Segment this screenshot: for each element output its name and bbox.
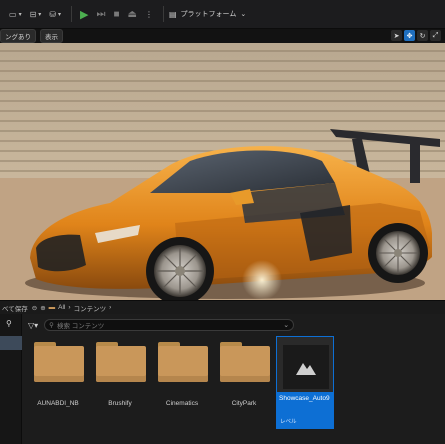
stop-icon: ■ [113, 8, 120, 20]
show-button[interactable]: 表示 [40, 29, 63, 43]
more-options-button[interactable]: ⋮ [142, 5, 156, 23]
transform-tools: ➤ ✥ ↻ ⤢ [391, 30, 441, 41]
folder-label: Cinematics [165, 400, 199, 407]
asset-name: Showcase_Auto9 [279, 395, 330, 402]
rotate-tool-button[interactable]: ↻ [417, 30, 428, 41]
mode-icon: ▭ [9, 9, 17, 19]
content-search-field[interactable]: ⚲ 検索 コンテンツ ⌄ [44, 319, 295, 331]
search-icon[interactable]: ⚲ [6, 319, 16, 329]
chevron-down-icon: ⌄ [283, 322, 290, 329]
chevron-down-icon: ▾ [38, 11, 42, 18]
step-button[interactable]: ⏭ [93, 5, 108, 23]
mode-select-button[interactable]: ▭ ▾ [6, 5, 25, 23]
folder-icon [34, 342, 84, 382]
platform-icon: ▤ [168, 9, 177, 19]
eject-button[interactable]: ⏏ [125, 5, 140, 23]
breadcrumb-content[interactable]: コンテンツ [74, 303, 107, 313]
snap-settings-button[interactable]: ⊟ ▾ [27, 5, 45, 23]
stop-button[interactable]: ■ [110, 5, 122, 23]
select-tool-button[interactable]: ➤ [391, 30, 402, 41]
save-all-button[interactable]: べて保存 [2, 303, 28, 313]
folder-label: AUNABDI_NB [37, 400, 79, 407]
folder-icon [96, 342, 146, 382]
folder-icon [158, 342, 208, 382]
asset-type: レベル [280, 419, 297, 425]
level-viewport[interactable] [0, 43, 445, 300]
translate-tool-button[interactable]: ✥ [404, 30, 415, 41]
scale-tool-button[interactable]: ⤢ [430, 30, 441, 41]
chevron-right-icon: › [109, 304, 112, 311]
folder-item[interactable]: AUNABDI_NB [32, 342, 88, 430]
lit-mode-button[interactable]: ングあり [0, 29, 36, 43]
back-icon[interactable]: ⊖ [32, 304, 37, 312]
chevron-right-icon: › [68, 304, 71, 311]
folder-item[interactable]: Brushify [94, 342, 150, 430]
move-icon: ✥ [406, 32, 413, 40]
main-toolbar: ▭ ▾ ⊟ ▾ ⛁ ▾ ▶ ⏭ ■ ⏏ ⋮ ▤ プラットフォーム ⌄ [0, 0, 445, 29]
asset-grid: AUNABDI_NB Brushify Cinematics CityPark … [32, 336, 442, 442]
selected-level-asset[interactable]: Showcase_Auto9 レベル [276, 336, 334, 429]
level-icon [296, 363, 316, 375]
folder-item[interactable]: Cinematics [156, 342, 212, 430]
sources-panel: ⚲ [0, 314, 22, 444]
chevron-down-icon: ⌄ [240, 11, 247, 18]
search-placeholder: 検索 コンテンツ [56, 323, 105, 330]
toolbar-divider [162, 6, 164, 22]
content-browser-assets-panel: ▽▾ ⚲ 検索 コンテンツ ⌄ AUNABDI_NB Brushify Cine… [22, 314, 445, 444]
rotate-icon: ↻ [419, 32, 426, 40]
folder-icon: ▬ [48, 304, 56, 311]
blueprint-button[interactable]: ⛁ ▾ [46, 5, 64, 23]
viewport-header: ングあり 表示 ➤ ✥ ↻ ⤢ [0, 29, 445, 43]
scale-icon: ⤢ [432, 31, 439, 39]
play-icon: ▶ [80, 8, 89, 21]
forward-icon[interactable]: ⊕ [40, 304, 45, 312]
level-thumbnail [283, 345, 329, 389]
asset-label-box: Showcase_Auto9 レベル [277, 392, 333, 428]
play-button[interactable]: ▶ [77, 5, 91, 23]
blueprint-icon: ⛁ [49, 9, 56, 19]
content-browser-toolbar: べて保存 ⊖ ⊕ ▬ All › コンテンツ › [0, 300, 445, 314]
folder-label: Brushify [108, 400, 132, 407]
eject-icon: ⏏ [127, 8, 137, 20]
chevron-down-icon: ▾ [58, 11, 62, 18]
step-icon: ⏭ [96, 8, 106, 20]
selected-source-item[interactable] [0, 336, 22, 350]
toolbar-divider [71, 6, 73, 22]
platform-label: プラットフォーム [180, 11, 237, 18]
asset-filter-bar: ▽▾ ⚲ 検索 コンテンツ ⌄ [22, 318, 445, 332]
search-icon: ⚲ [49, 322, 54, 329]
snap-icon: ⊟ [29, 9, 37, 19]
breadcrumb: ⊖ ⊕ ▬ All › コンテンツ › [32, 303, 111, 313]
cursor-icon: ➤ [393, 32, 400, 40]
chevron-down-icon: ▾ [18, 11, 22, 18]
breadcrumb-all[interactable]: All [58, 304, 65, 311]
folder-item[interactable]: CityPark [218, 342, 274, 430]
folder-icon [220, 342, 270, 382]
folder-label: CityPark [231, 400, 257, 407]
filter-icon[interactable]: ▽▾ [28, 321, 38, 330]
platform-dropdown[interactable]: ▤ プラットフォーム ⌄ [169, 9, 246, 19]
more-vertical-icon: ⋮ [144, 9, 153, 19]
car-render-image [0, 43, 445, 300]
